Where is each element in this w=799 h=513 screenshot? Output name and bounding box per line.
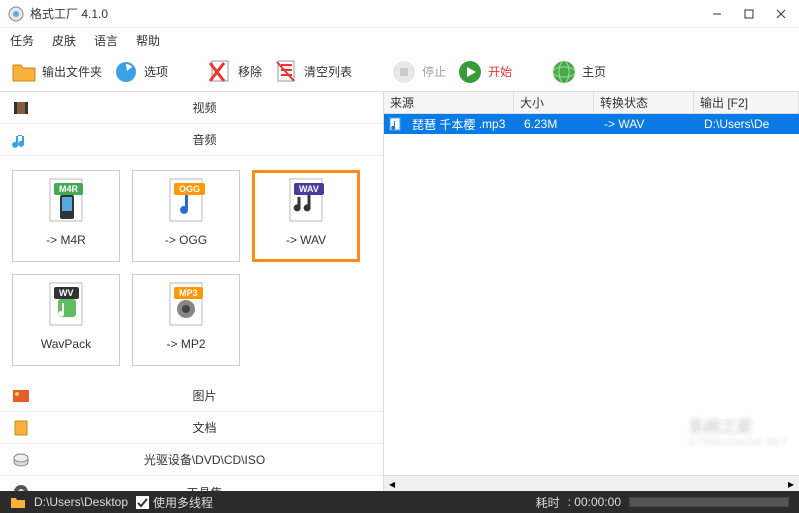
main-area: 视频 音频 M4R -> M4R OGG -> OGG (0, 92, 799, 491)
toolbar: 输出文件夹 选项 移除 清空列表 停止 开始 主页 (0, 52, 799, 92)
elapsed-value: : 00:00:00 (568, 495, 621, 509)
list-body[interactable]: 琵琶 千本樱 .mp3 6.23M -> WAV D:\Users\De 系统之… (384, 114, 799, 475)
options-button[interactable]: 选项 (112, 58, 168, 86)
document-icon (12, 419, 30, 437)
remove-button[interactable]: 移除 (206, 58, 262, 86)
stop-button[interactable]: 停止 (390, 58, 446, 86)
close-button[interactable] (771, 4, 791, 24)
format-m4r[interactable]: M4R -> M4R (12, 170, 120, 262)
format-ogg[interactable]: OGG -> OGG (132, 170, 240, 262)
col-size[interactable]: 大小 (514, 92, 594, 113)
format-grid: M4R -> M4R OGG -> OGG WAV -> WAV (0, 156, 383, 380)
options-icon (112, 58, 140, 86)
video-icon (12, 99, 30, 117)
home-button[interactable]: 主页 (550, 58, 606, 86)
image-icon (12, 387, 30, 405)
category-document[interactable]: 文档 (0, 412, 383, 444)
format-wav[interactable]: WAV -> WAV (252, 170, 360, 262)
format-mp2[interactable]: MP3 -> MP2 (132, 274, 240, 366)
clear-button[interactable]: 清空列表 (272, 58, 352, 86)
minimize-button[interactable] (707, 4, 727, 24)
menu-help[interactable]: 帮助 (136, 32, 160, 49)
file-icon (388, 117, 402, 131)
statusbar: D:\Users\Desktop 使用多线程 耗时 : 00:00:00 (0, 491, 799, 513)
window-title: 格式工厂 4.1.0 (30, 5, 707, 22)
app-icon (8, 6, 24, 22)
scroll-left-icon[interactable]: ◂ (384, 476, 400, 492)
watermark: 系统之家 XITONGZHIJIA.NET (659, 413, 787, 447)
start-button[interactable]: 开始 (456, 58, 512, 86)
disc-icon (12, 451, 30, 469)
clear-icon (272, 58, 300, 86)
list-row[interactable]: 琵琶 千本樱 .mp3 6.23M -> WAV D:\Users\De (384, 114, 799, 134)
col-state[interactable]: 转换状态 (594, 92, 694, 113)
format-wavpack[interactable]: WV WavPack (12, 274, 120, 366)
remove-icon (206, 58, 234, 86)
category-tools[interactable]: 工具集 (0, 476, 383, 491)
left-panel: 视频 音频 M4R -> M4R OGG -> OGG (0, 92, 384, 491)
globe-icon (550, 58, 578, 86)
right-panel: 来源 大小 转换状态 输出 [F2] 琵琶 千本樱 .mp3 6.23M -> … (384, 92, 799, 491)
horizontal-scrollbar[interactable]: ◂ ▸ (384, 475, 799, 491)
maximize-button[interactable] (739, 4, 759, 24)
category-image[interactable]: 图片 (0, 380, 383, 412)
col-source[interactable]: 来源 (384, 92, 514, 113)
output-folder-button[interactable]: 输出文件夹 (10, 58, 102, 86)
scroll-right-icon[interactable]: ▸ (783, 476, 799, 492)
audio-icon (12, 131, 30, 149)
category-disc[interactable]: 光驱设备\DVD\CD\ISO (0, 444, 383, 476)
start-icon (456, 58, 484, 86)
gear-icon (12, 483, 30, 491)
menu-language[interactable]: 语言 (94, 32, 118, 49)
menubar: 任务 皮肤 语言 帮助 (0, 28, 799, 52)
folder-small-icon (10, 495, 26, 509)
menu-skin[interactable]: 皮肤 (52, 32, 76, 49)
elapsed-label: 耗时 (536, 494, 560, 511)
multithread-checkbox[interactable]: 使用多线程 (136, 494, 213, 511)
menu-task[interactable]: 任务 (10, 32, 34, 49)
category-video[interactable]: 视频 (0, 92, 383, 124)
category-audio[interactable]: 音频 (0, 124, 383, 156)
progress-bar (629, 497, 789, 507)
col-output[interactable]: 输出 [F2] (694, 92, 799, 113)
titlebar: 格式工厂 4.1.0 (0, 0, 799, 28)
list-header: 来源 大小 转换状态 输出 [F2] (384, 92, 799, 114)
status-path[interactable]: D:\Users\Desktop (34, 495, 128, 509)
folder-icon (10, 58, 38, 86)
stop-icon (390, 58, 418, 86)
